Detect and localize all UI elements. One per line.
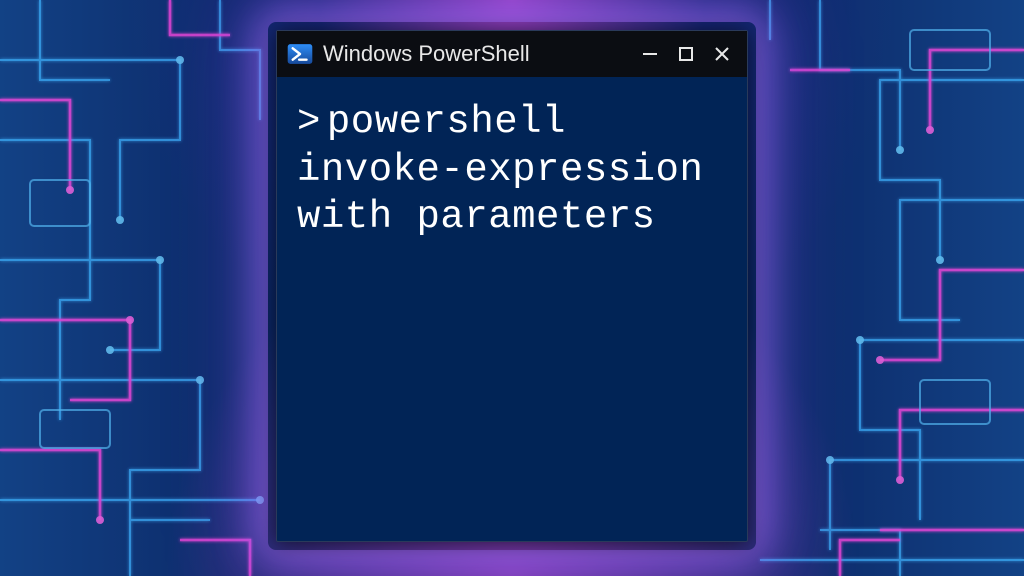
powershell-window: Windows PowerShell >powershell invoke-ex bbox=[276, 30, 748, 542]
command-text: powershell invoke-expression with parame… bbox=[297, 100, 703, 239]
window-title: Windows PowerShell bbox=[323, 41, 625, 67]
maximize-icon bbox=[677, 45, 695, 63]
close-icon bbox=[713, 45, 731, 63]
prompt-symbol: > bbox=[297, 100, 321, 144]
minimize-button[interactable] bbox=[635, 39, 665, 69]
window-controls bbox=[635, 39, 737, 69]
minimize-icon bbox=[641, 45, 659, 63]
maximize-button[interactable] bbox=[671, 39, 701, 69]
titlebar[interactable]: Windows PowerShell bbox=[277, 31, 747, 77]
close-button[interactable] bbox=[707, 39, 737, 69]
terminal-body[interactable]: >powershell invoke-expression with param… bbox=[277, 77, 747, 541]
powershell-icon bbox=[287, 41, 313, 67]
